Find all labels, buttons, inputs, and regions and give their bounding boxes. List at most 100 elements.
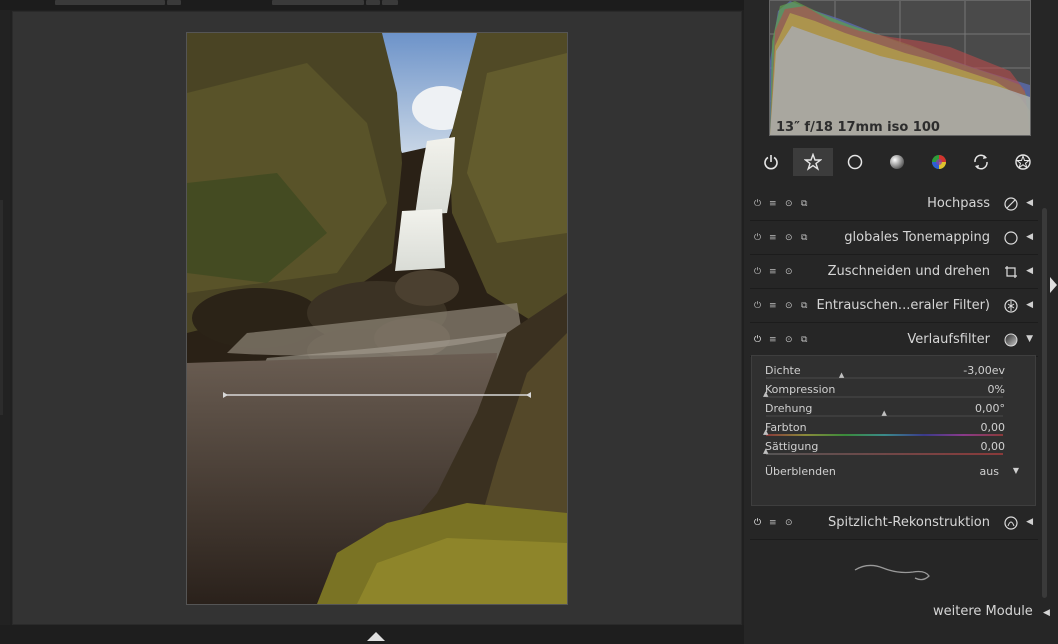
module-power-icon[interactable]: ⏻ — [754, 199, 761, 209]
power-icon — [764, 155, 778, 170]
exif-info: 13″ f/18 17mm iso 100 — [776, 120, 940, 135]
module-crop-rotate[interactable]: ⏻ ≡ ⊙ Zuschneiden und drehen ◀ — [750, 256, 1038, 289]
crop-icon — [1005, 266, 1017, 278]
denoise-icon — [1004, 299, 1018, 313]
waterfall-photo — [187, 33, 567, 604]
histogram[interactable] — [769, 0, 1031, 136]
rotation-label: Drehung — [765, 402, 813, 415]
module-reset-icon[interactable]: ⊙ — [785, 518, 793, 528]
module-reset-icon[interactable]: ⊙ — [785, 199, 793, 209]
tab-color[interactable] — [919, 148, 959, 176]
more-modules-button[interactable]: weitere Module ◀ — [933, 604, 1050, 619]
rotation-slider-marker[interactable]: ▲ — [882, 409, 887, 417]
module-power-icon[interactable]: ⏻ — [754, 518, 761, 528]
module-instance-icon[interactable]: ⧉ — [801, 233, 807, 243]
module-instance-icon[interactable]: ⧉ — [801, 301, 807, 311]
density-slider-marker[interactable]: ▲ — [839, 371, 844, 379]
saturation-value[interactable]: 0,00 — [981, 440, 1006, 453]
hardness-slider[interactable] — [766, 396, 1003, 398]
density-label: Dichte — [765, 364, 801, 377]
saturation-slider-marker[interactable]: ▲ — [763, 447, 768, 455]
density-value[interactable]: -3,00ev — [963, 364, 1005, 377]
tab-basic[interactable] — [835, 148, 875, 176]
module-name: globales Tonemapping — [844, 230, 990, 245]
tab-active-modules[interactable] — [751, 148, 791, 176]
circle-icon — [1004, 231, 1018, 245]
graduated-filter-panel: Dichte -3,00ev ▲ Kompression 0% ▲ Drehun… — [751, 355, 1036, 506]
module-hochpass[interactable]: ⏻ ≡ ⊙ ⧉ Hochpass ◀ — [750, 188, 1038, 221]
module-power-icon[interactable]: ⏻ — [754, 233, 761, 243]
circle-icon — [847, 154, 863, 170]
top-control-center-btn[interactable] — [366, 0, 380, 5]
hardness-slider-marker[interactable]: ▲ — [763, 390, 768, 398]
module-presets-icon[interactable]: ≡ — [769, 301, 777, 311]
hardness-value[interactable]: 0% — [988, 383, 1005, 396]
module-highlight-reconstruction[interactable]: ⏻ ≡ ⊙ Spitzlicht-Rekonstruktion ◀ — [750, 507, 1038, 540]
blend-value[interactable]: aus — [980, 465, 999, 478]
top-control-center[interactable] — [272, 0, 364, 5]
collapse-arrow-icon[interactable]: ▼ — [1026, 334, 1033, 344]
module-name: Spitzlicht-Rekonstruktion — [827, 515, 990, 530]
module-name: Zuschneiden und drehen — [827, 264, 990, 279]
density-slider[interactable] — [766, 377, 1003, 379]
tone-icon — [890, 155, 904, 169]
top-control-center-btn2[interactable] — [382, 0, 398, 5]
module-name: Hochpass — [927, 196, 990, 211]
expand-arrow-icon[interactable]: ◀ — [1026, 517, 1033, 527]
tab-correct[interactable] — [961, 148, 1001, 176]
hue-value[interactable]: 0,00 — [981, 421, 1006, 434]
hue-slider-marker[interactable]: ▲ — [763, 428, 768, 436]
star-icon — [804, 153, 822, 171]
module-name: Verlaufsfilter — [907, 332, 990, 347]
tab-tone[interactable] — [877, 148, 917, 176]
module-name: Entrauschen...eraler Filter) — [816, 298, 990, 313]
module-reset-icon[interactable]: ⊙ — [785, 267, 793, 277]
highlight-reconstruction-icon — [1004, 516, 1018, 530]
saturation-slider[interactable] — [766, 453, 1003, 455]
module-instance-icon[interactable]: ⧉ — [801, 335, 807, 345]
rotation-value[interactable]: 0,00° — [975, 402, 1005, 415]
module-reset-icon[interactable]: ⊙ — [785, 233, 793, 243]
module-graduated-filter[interactable]: ⏻ ≡ ⊙ ⧉ Verlaufsfilter ▼ — [750, 324, 1038, 357]
graduated-filter-icon — [1004, 333, 1018, 347]
module-presets-icon[interactable]: ≡ — [769, 199, 777, 209]
tab-effect[interactable] — [1003, 148, 1043, 176]
module-reset-icon[interactable]: ⊙ — [785, 335, 793, 345]
hue-slider[interactable] — [766, 434, 1003, 436]
expand-bottom-panel-arrow-icon[interactable] — [366, 631, 386, 642]
correct-icon — [974, 154, 988, 170]
more-modules-arrow-icon: ◀ — [1042, 608, 1050, 618]
more-modules-label: weitere Module — [933, 604, 1033, 619]
top-control-left-arrow[interactable] — [167, 0, 181, 5]
module-power-icon[interactable]: ⏻ — [754, 335, 761, 345]
right-panel-scrollbar[interactable] — [1042, 208, 1047, 598]
ornament-swirl-icon — [854, 564, 930, 581]
module-power-icon[interactable]: ⏻ — [754, 267, 761, 277]
module-presets-icon[interactable]: ≡ — [769, 267, 777, 277]
color-icon — [932, 155, 946, 169]
expand-arrow-icon[interactable]: ◀ — [1026, 232, 1033, 242]
module-denoise-bilateral[interactable]: ⏻ ≡ ⊙ ⧉ Entrauschen...eraler Filter) ◀ — [750, 290, 1038, 323]
top-control-left[interactable] — [55, 0, 165, 5]
tab-favorites[interactable] — [793, 148, 833, 176]
blend-dropdown-arrow-icon[interactable]: ▼ — [1013, 466, 1019, 475]
highpass-icon — [1004, 197, 1018, 211]
module-global-tonemapping[interactable]: ⏻ ≡ ⊙ ⧉ globales Tonemapping ◀ — [750, 222, 1038, 255]
module-power-icon[interactable]: ⏻ — [754, 301, 761, 311]
module-instance-icon[interactable]: ⧉ — [801, 199, 807, 209]
module-reset-icon[interactable]: ⊙ — [785, 301, 793, 311]
collapse-right-panel-arrow-icon[interactable] — [1049, 276, 1058, 294]
photo-canvas[interactable] — [186, 32, 568, 605]
left-panel-handle[interactable] — [0, 200, 3, 415]
saturation-label: Sättigung — [765, 440, 819, 453]
expand-arrow-icon[interactable]: ◀ — [1026, 198, 1033, 208]
effect-icon — [1015, 154, 1031, 170]
hardness-label: Kompression — [765, 383, 836, 396]
module-presets-icon[interactable]: ≡ — [769, 233, 777, 243]
module-group-tabs — [751, 148, 1043, 176]
left-panel-collapsed — [0, 10, 10, 625]
module-presets-icon[interactable]: ≡ — [769, 335, 777, 345]
expand-arrow-icon[interactable]: ◀ — [1026, 266, 1033, 276]
module-presets-icon[interactable]: ≡ — [769, 518, 777, 528]
expand-arrow-icon[interactable]: ◀ — [1026, 300, 1033, 310]
